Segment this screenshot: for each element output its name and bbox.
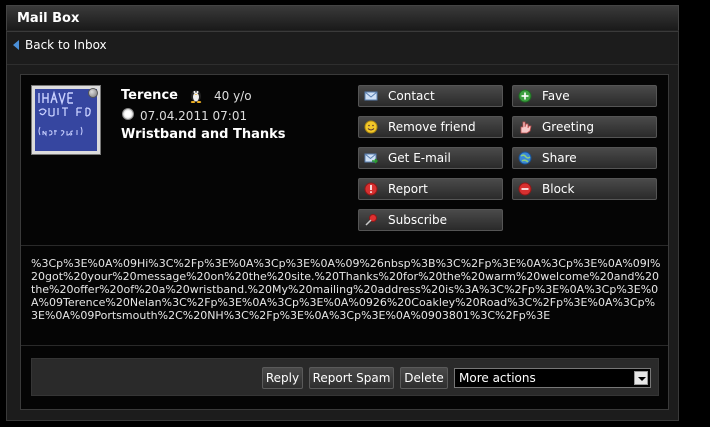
get-email-label: Get E-mail [388,151,451,165]
more-actions-label: More actions [459,371,536,385]
avatar-handwriting-icon [35,89,97,151]
remove-friend-button[interactable]: Remove friend [358,116,503,138]
message-panel: Terence 40 y/o 07.04.2011 07:01 Wristban… [20,74,669,410]
share-label: Share [542,151,577,165]
page-scrollbar-track[interactable] [682,0,710,427]
remove-friend-label: Remove friend [388,120,476,134]
linux-penguin-icon [190,90,202,103]
reply-button[interactable]: Reply [262,367,303,389]
globe-icon [518,151,532,165]
report-spam-button[interactable]: Report Spam [309,367,394,389]
message-body: %3Cp%3E%0A%09Hi%3C%2Fp%3E%0A%3Cp%3E%0A%0… [31,257,661,322]
block-button[interactable]: Block [512,178,657,200]
back-to-inbox-link[interactable]: Back to Inbox [13,38,107,52]
subscribe-button[interactable]: Subscribe [358,209,503,231]
greeting-label: Greeting [542,120,594,134]
clock-icon [122,108,134,120]
contact-button[interactable]: Contact [358,85,503,107]
message-date: 07.04.2011 07:01 [140,109,248,123]
fave-label: Fave [542,89,570,103]
share-button[interactable]: Share [512,147,657,169]
window-title: Mail Box [17,11,80,26]
more-actions-select[interactable]: More actions [454,368,651,388]
avatar-image [35,89,97,151]
block-label: Block [542,182,575,196]
sender-name[interactable]: Terence [121,88,178,103]
contact-label: Contact [388,89,435,103]
mailbox-container: Back to Inbox Terence 40 y/o 07.04.2011 … [6,31,679,421]
back-arrow-icon [13,40,19,50]
report-button[interactable]: Report [358,178,503,200]
sender-age: 40 y/o [214,89,252,103]
avatar[interactable] [31,85,101,155]
warning-icon [364,182,378,196]
online-status-icon [88,88,98,98]
greeting-button[interactable]: Greeting [512,116,657,138]
chevron-down-icon[interactable] [634,371,648,385]
header-divider [7,64,678,65]
report-label: Report [388,182,428,196]
subscribe-label: Subscribe [388,213,447,227]
pin-icon [365,214,377,226]
message-subject: Wristband and Thanks [121,127,286,142]
get-email-button[interactable]: Get E-mail [358,147,503,169]
plus-icon [518,89,532,103]
block-icon [518,182,532,196]
hand-icon [520,121,532,134]
fave-button[interactable]: Fave [512,85,657,107]
body-divider-bottom [21,345,668,346]
smiley-icon [364,120,378,134]
delete-button[interactable]: Delete [400,367,448,389]
back-to-inbox-label: Back to Inbox [25,38,107,52]
window-title-bar: Mail Box [6,5,679,31]
message-action-bar: Reply Report Spam Delete More actions [31,358,659,396]
body-divider-top [21,245,668,246]
envelope-icon [364,91,378,101]
email-forward-icon [364,153,378,164]
